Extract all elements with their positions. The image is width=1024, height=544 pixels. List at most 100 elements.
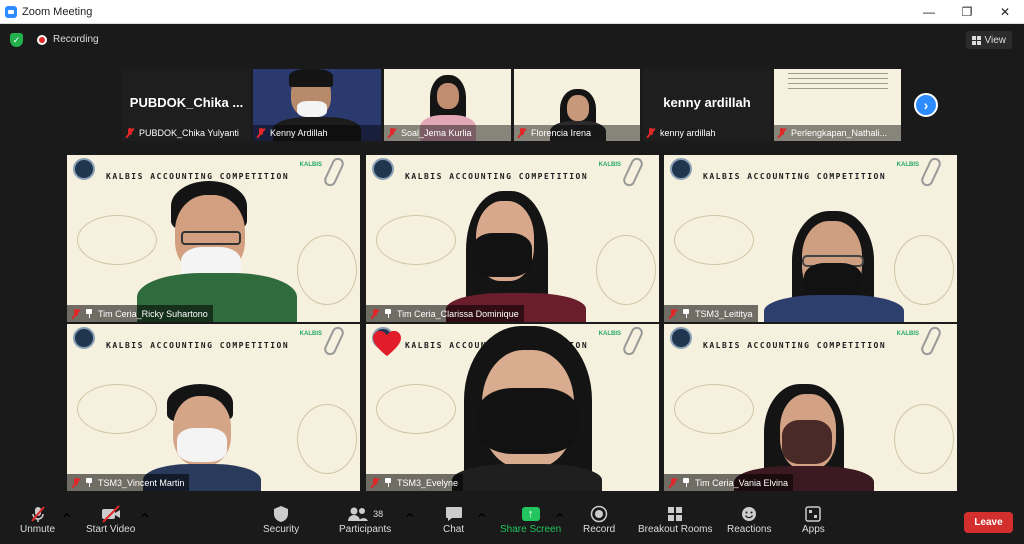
breakout-rooms-label: Breakout Rooms bbox=[638, 524, 713, 535]
paperclip-icon bbox=[322, 155, 346, 189]
participants-label: Participants bbox=[339, 524, 392, 535]
strip-tile-pubdok[interactable]: PUBDOK_Chika ... PUBDOK_Chika Yulyanti bbox=[122, 69, 251, 141]
share-screen-icon: ↑ bbox=[521, 507, 540, 521]
participant-name: kenny ardillah bbox=[660, 128, 716, 138]
slide-brand: KALBIS bbox=[896, 331, 919, 337]
apps-button[interactable]: Apps bbox=[802, 504, 825, 535]
share-screen-label: Share Screen bbox=[500, 524, 562, 535]
share-options-caret-icon[interactable]: ⌃ bbox=[553, 510, 566, 530]
kalbis-logo bbox=[670, 158, 692, 180]
video-off-icon bbox=[100, 504, 122, 524]
shield-icon bbox=[273, 504, 289, 524]
unmute-button[interactable]: Unmute bbox=[20, 504, 55, 535]
participant-count: 38 bbox=[373, 509, 384, 519]
apps-label: Apps bbox=[802, 524, 825, 535]
mic-muted-icon bbox=[669, 477, 677, 488]
kalbis-logo bbox=[670, 327, 692, 349]
mic-muted-icon bbox=[778, 128, 786, 138]
slide-title: KALBIS ACCOUNTING COMPETITION bbox=[703, 341, 887, 350]
gallery-tile-clarissa[interactable]: KALBIS ACCOUNTING COMPETITION KALBIS Tim… bbox=[366, 155, 659, 322]
breakout-rooms-button[interactable]: Breakout Rooms bbox=[638, 504, 712, 535]
pin-icon bbox=[682, 309, 690, 318]
participant-name: TSM3_Leititya bbox=[695, 308, 753, 319]
leave-button[interactable]: Leave bbox=[964, 512, 1013, 533]
mic-muted-icon bbox=[126, 128, 134, 138]
strip-tile-kenny[interactable]: Kenny Ardillah bbox=[253, 69, 381, 141]
participants-button[interactable]: 38 Participants bbox=[339, 504, 391, 535]
unmute-label: Unmute bbox=[20, 524, 56, 535]
security-shield-icon[interactable]: ✓ bbox=[10, 33, 23, 47]
participants-options-caret-icon[interactable]: ⌃ bbox=[403, 510, 416, 530]
mic-muted-icon bbox=[29, 504, 47, 524]
window-titlebar: Zoom Meeting — ❐ ✕ bbox=[0, 0, 1024, 24]
next-page-arrow-icon[interactable]: › bbox=[914, 93, 938, 117]
participant-name: TSM3_Vincent Martin bbox=[98, 477, 185, 488]
record-icon bbox=[590, 504, 608, 524]
gallery-tile-evelyne[interactable]: KALBIS ACCOUNTING COMPETITION KALBIS TSM… bbox=[366, 324, 659, 491]
gallery-tile-ricky[interactable]: KALBIS ACCOUNTING COMPETITION KALBIS Tim… bbox=[67, 155, 360, 322]
slide-title: KALBIS ACCOUNTING COMPETITION bbox=[703, 172, 887, 181]
participants-icon: 38 bbox=[347, 504, 383, 524]
gallery-tile-vania[interactable]: KALBIS ACCOUNTING COMPETITION KALBIS Tim… bbox=[664, 324, 957, 491]
minimize-button[interactable]: — bbox=[910, 0, 948, 24]
video-options-caret-icon[interactable]: ⌃ bbox=[138, 510, 151, 530]
heart-reaction-icon bbox=[373, 330, 401, 357]
window-title: Zoom Meeting bbox=[22, 5, 93, 18]
audio-options-caret-icon[interactable]: ⌃ bbox=[60, 510, 73, 530]
mic-muted-icon bbox=[371, 477, 379, 488]
strip-tile-soal[interactable]: Soal_Jema Kurlia bbox=[384, 69, 511, 141]
participant-big-name: kenny ardillah bbox=[663, 95, 751, 110]
pin-icon bbox=[384, 309, 392, 318]
pin-icon bbox=[85, 478, 93, 487]
paperclip-icon bbox=[919, 324, 943, 358]
participant-name: Tim Ceria_Clarissa Dominique bbox=[397, 308, 519, 319]
chat-label: Chat bbox=[443, 524, 465, 535]
start-video-label: Start Video bbox=[86, 524, 136, 535]
mic-muted-icon bbox=[72, 308, 80, 319]
slide-title: KALBIS ACCOUNTING COMPETITION bbox=[106, 341, 290, 350]
paperclip-icon bbox=[919, 155, 943, 189]
strip-tile-perlengkapan[interactable]: Perlengkapan_Nathali... bbox=[774, 69, 901, 141]
participant-name: Tim Ceria_Vania Elvina bbox=[695, 477, 789, 488]
strip-tile-kenny-lower[interactable]: kenny ardillah kenny ardillah bbox=[643, 69, 771, 141]
reactions-label: Reactions bbox=[727, 524, 772, 535]
paperclip-icon bbox=[322, 324, 346, 358]
reactions-smiley-icon bbox=[740, 504, 758, 524]
security-label: Security bbox=[263, 524, 300, 535]
chat-options-caret-icon[interactable]: ⌃ bbox=[475, 510, 488, 530]
grid-view-icon bbox=[971, 35, 981, 45]
reactions-button[interactable]: Reactions bbox=[727, 504, 771, 535]
share-screen-button[interactable]: ↑ Share Screen bbox=[500, 504, 561, 535]
gallery-tile-leititya[interactable]: KALBIS ACCOUNTING COMPETITION KALBIS TSM… bbox=[664, 155, 957, 322]
strip-tile-florencia[interactable]: Florencia Irena bbox=[514, 69, 640, 141]
window-controls: — ❐ ✕ bbox=[910, 0, 1024, 24]
paperclip-icon bbox=[621, 324, 645, 358]
mic-muted-icon bbox=[257, 128, 265, 138]
record-label: Record bbox=[583, 524, 616, 535]
breakout-rooms-icon bbox=[667, 504, 683, 524]
slide-brand: KALBIS bbox=[299, 162, 322, 168]
pin-icon bbox=[85, 309, 93, 318]
chat-button[interactable]: Chat bbox=[443, 504, 464, 535]
kalbis-logo bbox=[73, 158, 95, 180]
participant-name: Tim Ceria_Ricky Suhartono bbox=[98, 308, 208, 319]
participant-name: Kenny Ardillah bbox=[270, 128, 328, 138]
paperclip-icon bbox=[621, 155, 645, 189]
mic-muted-icon bbox=[647, 128, 655, 138]
maximize-button[interactable]: ❐ bbox=[948, 0, 986, 24]
kalbis-logo bbox=[372, 158, 394, 180]
mic-muted-icon bbox=[371, 308, 379, 319]
mic-muted-icon bbox=[72, 477, 80, 488]
participant-name: PUBDOK_Chika Yulyanti bbox=[139, 128, 239, 138]
gallery-tile-vincent[interactable]: KALBIS ACCOUNTING COMPETITION KALBIS TSM… bbox=[67, 324, 360, 491]
security-button[interactable]: Security bbox=[263, 504, 299, 535]
participant-name: TSM3_Evelyne bbox=[397, 477, 459, 488]
record-button[interactable]: Record bbox=[583, 504, 615, 535]
start-video-button[interactable]: Start Video bbox=[86, 504, 135, 535]
view-button[interactable]: View bbox=[965, 31, 1012, 49]
close-button[interactable]: ✕ bbox=[986, 0, 1024, 24]
slide-brand: KALBIS bbox=[299, 331, 322, 337]
participant-name: Soal_Jema Kurlia bbox=[401, 128, 472, 138]
slide-title: KALBIS ACCOUNTING COMPETITION bbox=[106, 172, 290, 181]
slide-title: KALBIS ACCOUNTING COMPETITION bbox=[405, 172, 589, 181]
